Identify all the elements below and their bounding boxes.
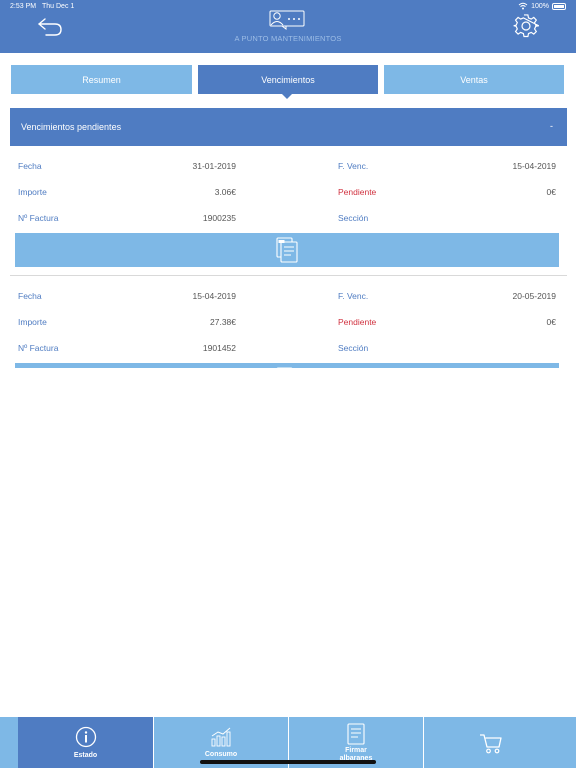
- fecha-label: Fecha: [18, 161, 42, 171]
- battery-percent: 100%: [531, 2, 549, 10]
- section-header[interactable]: Vencimientos pendientes -: [10, 108, 567, 146]
- factura-value: 1901452: [202, 343, 236, 353]
- importe-value: 27.38€: [210, 317, 236, 327]
- status-time: 2:53 PM: [10, 3, 37, 10]
- fvenc-value: 20-05-2019: [512, 291, 556, 301]
- seccion-label: Sección: [338, 213, 369, 223]
- pendiente-value: 0€: [546, 317, 556, 327]
- factura-label: Nº Factura: [18, 343, 59, 353]
- factura-label: Nº Factura: [18, 213, 59, 223]
- collapse-toggle[interactable]: -: [550, 121, 553, 131]
- fvenc-value: 15-04-2019: [512, 161, 556, 171]
- document-sign-icon: [347, 722, 365, 745]
- status-right: 100%: [518, 2, 566, 10]
- page: 2:53 PM Thu Dec 1 100% A PUNTO MANTENIMI…: [0, 0, 576, 768]
- info-icon: [75, 726, 96, 747]
- settings-button[interactable]: [513, 13, 541, 39]
- pendiente-label: Pendiente: [338, 187, 377, 197]
- list-item: Fecha 15-04-2019 F. Venc. 20-05-2019 Imp…: [0, 276, 576, 368]
- active-tab-indicator: [282, 94, 292, 99]
- factura-value: 1900235: [202, 213, 236, 223]
- bottom-tab-label-line1: Firmar: [345, 746, 367, 754]
- bar-chart-icon: [211, 727, 231, 746]
- seccion-label: Sección: [338, 343, 369, 353]
- app-header: 2:53 PM Thu Dec 1 100% A PUNTO MANTENIMI…: [0, 0, 576, 53]
- section-title: Vencimientos pendientes: [21, 122, 122, 132]
- back-button[interactable]: [36, 16, 64, 36]
- importe-label: Importe: [18, 317, 47, 327]
- view-document-button[interactable]: [15, 233, 559, 267]
- battery-icon: [552, 2, 566, 10]
- tab-ventas[interactable]: Ventas: [384, 65, 564, 94]
- gear-icon: [513, 14, 541, 38]
- fecha-label: Fecha: [18, 291, 42, 301]
- bottom-tab-label: Estado: [73, 751, 98, 759]
- bottom-tab-estado[interactable]: Estado: [18, 717, 153, 768]
- document-icon: [276, 237, 298, 263]
- wifi-icon: [518, 2, 528, 10]
- tab-resumen[interactable]: Resumen: [11, 65, 192, 94]
- fvenc-label: F. Venc.: [338, 161, 369, 171]
- importe-value: 3.06€: [214, 187, 236, 197]
- pendiente-label: Pendiente: [338, 317, 377, 327]
- view-document-button[interactable]: [15, 363, 559, 368]
- status-date: Thu Dec 1: [42, 3, 75, 10]
- bottom-tab-cart[interactable]: [424, 717, 558, 768]
- maintenance-logo-icon: [269, 10, 305, 30]
- importe-label: Importe: [18, 187, 47, 197]
- fecha-value: 15-04-2019: [192, 291, 236, 301]
- cart-icon: [480, 733, 502, 753]
- fecha-value: 31-01-2019: [192, 161, 236, 171]
- home-indicator: [200, 760, 376, 764]
- records-list[interactable]: Fecha 31-01-2019 F. Venc. 15-04-2019 Imp…: [0, 146, 576, 368]
- bottom-tab-label: Consumo: [204, 750, 238, 758]
- app-title: A PUNTO MANTENIMIENTOS: [234, 34, 342, 43]
- tab-vencimientos[interactable]: Vencimientos: [198, 65, 378, 94]
- document-icon: [276, 367, 293, 368]
- pendiente-value: 0€: [546, 187, 556, 197]
- back-arrow-icon: [38, 18, 62, 36]
- fvenc-label: F. Venc.: [338, 291, 369, 301]
- list-item: Fecha 31-01-2019 F. Venc. 15-04-2019 Imp…: [0, 146, 576, 276]
